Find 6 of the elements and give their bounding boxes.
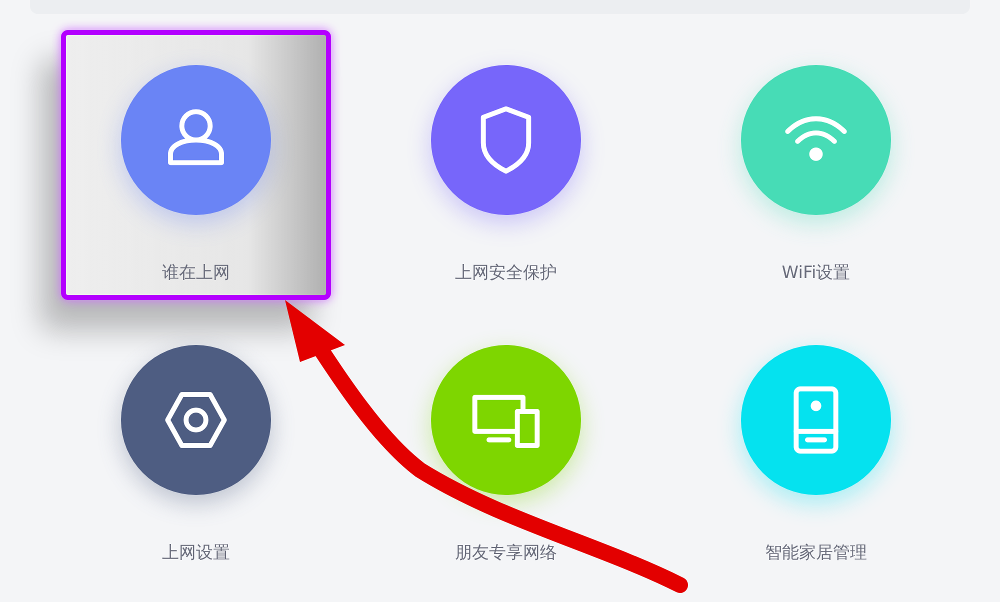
- menu-tile[interactable]: 智能家居管理: [681, 310, 951, 580]
- menu-tile[interactable]: 上网安全保护: [371, 30, 641, 300]
- menu-tile[interactable]: 谁在上网: [61, 30, 331, 300]
- menu-tile[interactable]: WiFi设置: [681, 30, 951, 300]
- menu-tile[interactable]: 朋友专享网络: [371, 310, 641, 580]
- menu-tile[interactable]: 上网设置: [61, 310, 331, 580]
